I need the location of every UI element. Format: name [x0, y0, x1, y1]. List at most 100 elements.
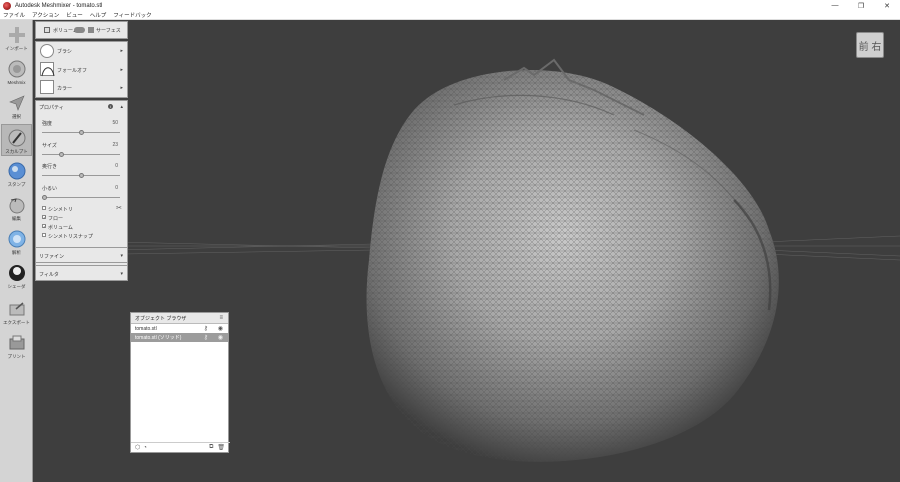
- mode-toggle-switch[interactable]: [74, 27, 85, 33]
- flow-checkbox[interactable]: ✓: [42, 215, 46, 220]
- restore-button[interactable]: ❐: [848, 0, 874, 11]
- object-row-tomato-solid[interactable]: tomato.stl (ソリッド) ⚷ ◉: [131, 333, 228, 342]
- size-value[interactable]: 23: [112, 142, 118, 148]
- menu-feedback[interactable]: フィードバック: [113, 11, 151, 19]
- filter-expand-arrow[interactable]: ▾: [120, 271, 123, 277]
- lock-icon[interactable]: ⚷: [204, 334, 208, 341]
- tool-label: 編集: [12, 216, 21, 221]
- edit-icon: [7, 195, 27, 215]
- tool-import[interactable]: インポート: [1, 22, 32, 54]
- refine-expand-arrow[interactable]: ▾: [120, 253, 123, 259]
- filter-label: フィルタ: [39, 272, 59, 278]
- strength-slider[interactable]: [42, 130, 120, 135]
- depth-slider-knob[interactable]: [78, 173, 84, 178]
- mode-surface-label: サーフェス: [96, 28, 121, 34]
- menu-action[interactable]: アクション: [32, 11, 59, 19]
- shader-icon: [7, 263, 27, 283]
- volume-label: ボリューム: [48, 225, 73, 231]
- brush-preview-icon[interactable]: [40, 44, 54, 58]
- strength-value[interactable]: 50: [112, 120, 118, 126]
- refine-label: リファイン: [39, 254, 65, 260]
- lazy-value[interactable]: 0: [115, 185, 118, 191]
- tool-print[interactable]: プリント: [1, 330, 32, 362]
- falloff-label[interactable]: フォールオフ: [57, 67, 87, 74]
- depth-label: 奥行き: [42, 164, 58, 170]
- object-browser: オブジェクト ブラウザ ≡ tomato.stl ⚷ ◉ tomato.stl …: [130, 312, 230, 453]
- depth-value[interactable]: 0: [115, 163, 118, 169]
- properties-box: プロパティ i ▴ 強度 50 サイズ 23 奥行き 0 小るい 0 シンメトリ…: [35, 100, 128, 266]
- navigation-cube[interactable]: 前 右: [856, 32, 884, 58]
- symmetry-checkbox[interactable]: [42, 206, 46, 210]
- symmetry-tool-icon[interactable]: ✂: [116, 204, 122, 212]
- meshmix-icon: [7, 59, 27, 79]
- flow-label: フロー: [48, 216, 64, 222]
- volume-cube-icon: [44, 27, 50, 33]
- tool-label: 解析: [12, 250, 21, 255]
- lock-icon[interactable]: ⚷: [204, 325, 208, 332]
- size-slider-knob[interactable]: [58, 152, 64, 157]
- tool-export[interactable]: エクスポート: [1, 296, 32, 328]
- falloff-expand-arrow[interactable]: ▸: [120, 67, 123, 73]
- window-title: Autodesk Meshmixer - tomato.stl: [15, 2, 103, 9]
- strength-label: 強度: [42, 121, 53, 127]
- tool-label: インポート: [5, 46, 28, 51]
- tool-select[interactable]: 選択: [1, 90, 32, 122]
- menu-view[interactable]: ビュー: [66, 11, 83, 19]
- filter-box[interactable]: フィルタ ▾: [35, 265, 128, 281]
- color-label[interactable]: カラー: [57, 85, 72, 92]
- tool-shader[interactable]: シェーダ: [1, 260, 32, 292]
- tomato-mesh[interactable]: [354, 50, 794, 482]
- window-controls: — ❐ ✕: [822, 0, 900, 11]
- tool-label: スタンプ: [7, 182, 26, 187]
- close-button[interactable]: ✕: [874, 0, 900, 11]
- tool-analysis[interactable]: 解析: [1, 226, 32, 258]
- symmetry-label: シンメトリ: [48, 207, 73, 213]
- refresh-icon[interactable]: ◔: [143, 445, 147, 451]
- tool-label: プリント: [7, 354, 26, 359]
- depth-slider[interactable]: [42, 173, 120, 178]
- left-toolbar: インポート Meshmix 選択 スカルプト スタンプ 編集 解析 シェーダ エ…: [0, 20, 33, 482]
- menu-help[interactable]: ヘルプ: [90, 11, 107, 19]
- lazy-slider[interactable]: [42, 195, 120, 200]
- refine-box[interactable]: リファイン ▾: [35, 247, 128, 263]
- brush-label[interactable]: ブラシ: [57, 48, 72, 55]
- symmetry-snap-checkbox[interactable]: [42, 233, 46, 237]
- surface-square-icon: [88, 27, 94, 33]
- tool-stamp[interactable]: スタンプ: [1, 158, 32, 190]
- volume-checkbox[interactable]: ✓: [42, 224, 46, 229]
- stamp-icon: [7, 161, 27, 181]
- object-row-tomato[interactable]: tomato.stl ⚷ ◉: [131, 324, 228, 333]
- menu-file[interactable]: ファイル: [3, 11, 25, 19]
- tool-edit[interactable]: 編集: [1, 192, 32, 224]
- tool-sculpt[interactable]: スカルプト: [1, 124, 32, 156]
- symmetry-snap-label: シンメトリスナップ: [48, 234, 93, 240]
- falloff-preview-icon[interactable]: [40, 62, 55, 77]
- properties-collapse-arrow[interactable]: ▴: [120, 104, 123, 110]
- sculpt-panel: ボリューム サーフェス ブラシ ▸ フォールオフ ▸ カラー ▸ プロパティ i…: [35, 21, 128, 281]
- duplicate-icon[interactable]: ⧉: [209, 444, 213, 451]
- info-icon[interactable]: i: [108, 104, 113, 109]
- analysis-icon: [7, 229, 27, 249]
- tool-meshmix[interactable]: Meshmix: [1, 56, 32, 88]
- add-object-icon[interactable]: ⬡: [135, 444, 140, 451]
- size-label: サイズ: [42, 143, 57, 149]
- color-swatch[interactable]: [40, 80, 54, 94]
- tool-label: シェーダ: [7, 284, 26, 289]
- object-browser-title: オブジェクト ブラウザ: [135, 315, 187, 322]
- menu-icon[interactable]: ≡: [219, 315, 223, 321]
- mode-toggle-row: ボリューム サーフェス: [35, 21, 128, 39]
- color-expand-arrow[interactable]: ▸: [120, 85, 123, 91]
- menu-bar: ファイル アクション ビュー ヘルプ フィードバック: [0, 11, 900, 20]
- object-browser-header[interactable]: オブジェクト ブラウザ ≡: [131, 313, 228, 324]
- size-slider[interactable]: [42, 152, 120, 157]
- title-bar: Autodesk Meshmixer - tomato.stl — ❐ ✕: [0, 0, 900, 11]
- strength-slider-knob[interactable]: [78, 130, 84, 135]
- plus-icon: [7, 25, 27, 45]
- eye-icon[interactable]: ◉: [218, 325, 223, 332]
- lazy-slider-knob[interactable]: [42, 195, 47, 200]
- eye-icon[interactable]: ◉: [218, 334, 223, 341]
- minimize-button[interactable]: —: [822, 0, 848, 11]
- delete-icon[interactable]: 🗑: [217, 444, 225, 451]
- brush-expand-arrow[interactable]: ▸: [120, 48, 123, 54]
- lazy-label: 小るい: [42, 186, 58, 192]
